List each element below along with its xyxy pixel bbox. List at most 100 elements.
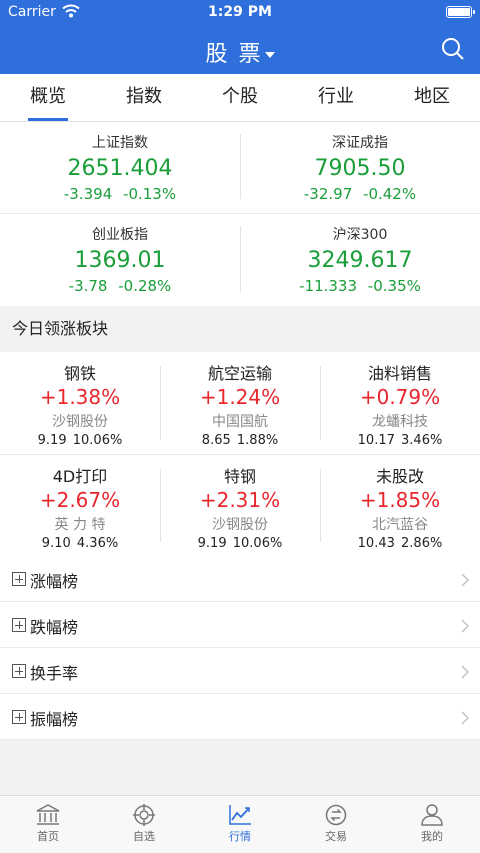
sector-card[interactable]: 特钢 +2.31% 沙钢股份 9.19 10.06% <box>160 455 320 556</box>
leader-stock: 北汽蓝谷 <box>372 517 428 533</box>
sector-pct: +2.31% <box>199 488 281 512</box>
expand-plus-icon <box>12 618 26 632</box>
ranking-label: 跌幅榜 <box>30 618 79 637</box>
leader-pct: 1.88% <box>236 433 279 448</box>
search-icon[interactable] <box>440 36 466 62</box>
expand-plus-icon <box>12 710 26 724</box>
index-pct: -0.42% <box>363 185 417 203</box>
ranking-label: 涨幅榜 <box>30 572 79 591</box>
sector-name: 航空运输 <box>207 364 272 383</box>
tab-region[interactable]: 地区 <box>384 74 480 121</box>
page-title: 股 票 <box>205 42 263 67</box>
index-card[interactable]: 上证指数 2651.404 -3.394 -0.13% <box>0 122 240 213</box>
leader-price: 10.43 <box>357 536 395 551</box>
index-card[interactable]: 沪深300 3249.617 -11.333 -0.35% <box>240 214 480 306</box>
leader-stock: 中国国航 <box>212 414 268 430</box>
tab-industry[interactable]: 行业 <box>288 74 384 121</box>
tabbar-market[interactable]: 行情 <box>192 796 288 853</box>
nav-bar: 股 票 <box>0 26 480 74</box>
ranking-item-amplitude[interactable]: 振幅榜 <box>0 694 480 740</box>
ranking-label: 换手率 <box>30 664 79 683</box>
index-value: 7905.50 <box>314 156 406 181</box>
index-card[interactable]: 创业板指 1369.01 -3.78 -0.28% <box>0 214 240 306</box>
tabbar-label: 我的 <box>421 830 443 843</box>
bottom-tab-bar: 首页 自选 行情 交易 我的 <box>0 795 480 853</box>
target-icon <box>133 804 155 826</box>
exchange-icon <box>325 804 347 826</box>
sector-name: 油料销售 <box>367 364 432 383</box>
leader-pct: 2.86% <box>401 536 443 551</box>
tabbar-home[interactable]: 首页 <box>0 796 96 853</box>
leader-price: 9.19 <box>197 536 227 551</box>
index-change: -3.394 <box>63 185 113 203</box>
leader-stock: 沙钢股份 <box>212 517 268 533</box>
tabbar-trade[interactable]: 交易 <box>288 796 384 853</box>
sector-card[interactable]: 钢铁 +1.38% 沙钢股份 9.19 10.06% <box>0 352 160 454</box>
bank-icon <box>36 804 60 825</box>
ranking-item-losers[interactable]: 跌幅榜 <box>0 602 480 648</box>
chart-icon <box>229 805 251 825</box>
leader-pct: 3.46% <box>401 433 443 448</box>
index-name: 上证指数 <box>92 135 148 151</box>
tabbar-label: 首页 <box>37 830 59 843</box>
sector-grid: 钢铁 +1.38% 沙钢股份 9.19 10.06% 航空运输 +1.24% 中… <box>0 352 480 556</box>
index-pct: -0.13% <box>123 185 177 203</box>
sector-name: 特钢 <box>223 467 256 486</box>
index-name: 深证成指 <box>332 135 388 151</box>
chevron-right-icon <box>460 618 470 633</box>
index-change: -32.97 <box>303 185 353 203</box>
leader-stock: 英 力 特 <box>54 517 106 533</box>
section-title: 今日领涨板块 <box>0 306 480 352</box>
market-tabs: 概览 指数 个股 行业 地区 <box>0 74 480 122</box>
expand-plus-icon <box>12 664 26 678</box>
sector-card[interactable]: 未股改 +1.85% 北汽蓝谷 10.43 2.86% <box>320 455 480 556</box>
index-value: 1369.01 <box>74 248 166 273</box>
tabbar-watchlist[interactable]: 自选 <box>96 796 192 853</box>
sector-name: 未股改 <box>375 467 424 486</box>
index-name: 沪深300 <box>332 227 388 243</box>
leader-pct: 10.06% <box>232 536 283 551</box>
leader-price: 10.17 <box>357 433 395 448</box>
person-icon <box>421 804 443 826</box>
tabbar-me[interactable]: 我的 <box>384 796 480 853</box>
index-pct: -0.35% <box>367 277 421 295</box>
tab-index[interactable]: 指数 <box>96 74 192 121</box>
caret-down-icon <box>264 52 275 58</box>
clock: 1:29 PM <box>208 4 272 20</box>
tabbar-label: 自选 <box>133 830 155 843</box>
leader-pct: 4.36% <box>76 536 119 551</box>
sector-name: 4D打印 <box>52 467 108 486</box>
tab-stocks[interactable]: 个股 <box>192 74 288 121</box>
ranking-item-turnover[interactable]: 换手率 <box>0 648 480 694</box>
index-grid: 上证指数 2651.404 -3.394 -0.13% 深证成指 7905.50… <box>0 122 480 306</box>
index-value: 2651.404 <box>67 156 173 181</box>
chevron-right-icon <box>460 710 470 725</box>
leader-stock: 沙钢股份 <box>52 414 108 430</box>
sector-name: 钢铁 <box>63 364 96 383</box>
sector-pct: +0.79% <box>359 385 441 409</box>
index-card[interactable]: 深证成指 7905.50 -32.97 -0.42% <box>240 122 480 213</box>
tabbar-label: 交易 <box>325 830 347 843</box>
sector-pct: +1.85% <box>359 488 441 512</box>
leader-price: 8.65 <box>201 433 231 448</box>
index-value: 3249.617 <box>307 248 413 273</box>
ranking-list: 涨幅榜 跌幅榜 换手率 振幅榜 <box>0 556 480 740</box>
ranking-label: 振幅榜 <box>30 710 79 729</box>
index-change: -3.78 <box>68 277 108 295</box>
ranking-item-gainers[interactable]: 涨幅榜 <box>0 556 480 602</box>
sector-card[interactable]: 航空运输 +1.24% 中国国航 8.65 1.88% <box>160 352 320 454</box>
leader-price: 9.10 <box>41 536 71 551</box>
expand-plus-icon <box>12 572 26 586</box>
sector-pct: +1.38% <box>39 385 121 409</box>
tab-overview[interactable]: 概览 <box>0 74 96 121</box>
sector-card[interactable]: 4D打印 +2.67% 英 力 特 9.10 4.36% <box>0 455 160 556</box>
sector-pct: +2.67% <box>39 488 121 512</box>
market-type-selector[interactable]: 股 票 <box>0 36 480 68</box>
index-pct: -0.28% <box>118 277 172 295</box>
leader-price: 9.19 <box>37 433 67 448</box>
index-change: -11.333 <box>299 277 358 295</box>
sector-card[interactable]: 油料销售 +0.79% 龙蟠科技 10.17 3.46% <box>320 352 480 454</box>
leader-stock: 龙蟠科技 <box>372 414 428 430</box>
chevron-right-icon <box>460 572 470 587</box>
tabbar-label: 行情 <box>229 830 251 843</box>
